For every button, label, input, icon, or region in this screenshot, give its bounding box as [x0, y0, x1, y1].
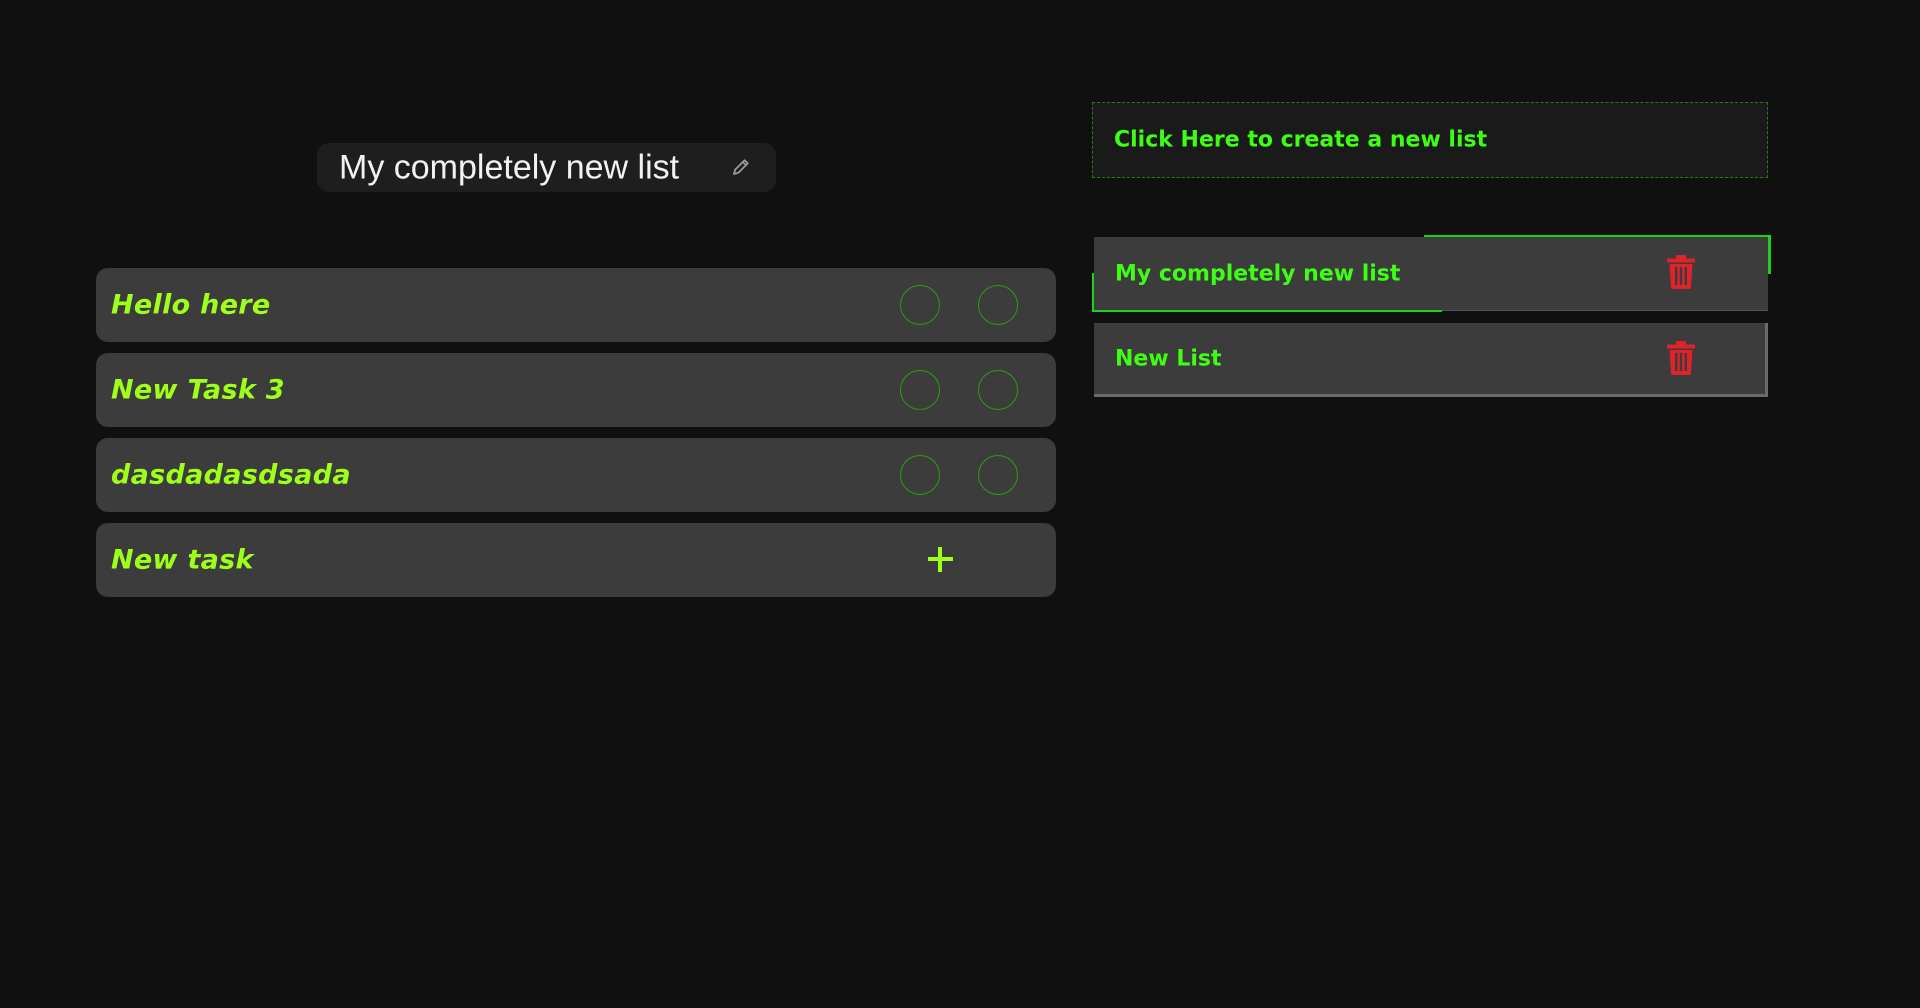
task-delete-button[interactable]	[978, 370, 1018, 410]
active-list-border	[1424, 235, 1770, 237]
trash-icon[interactable]	[1666, 341, 1696, 375]
app-page: My completely new list Hello here New Ta…	[0, 0, 1920, 1008]
task-complete-button[interactable]	[900, 285, 940, 325]
task-complete-button[interactable]	[900, 455, 940, 495]
task-label: New Task 3	[111, 374, 285, 406]
list-title-box[interactable]: My completely new list	[317, 143, 776, 192]
task-complete-button[interactable]	[900, 370, 940, 410]
task-label: dasdadasdsada	[111, 459, 351, 491]
list-card[interactable]: New List	[1094, 323, 1768, 397]
list-card-label: New List	[1115, 346, 1222, 371]
list-title: My completely new list	[339, 148, 680, 186]
create-list-label: Click Here to create a new list	[1114, 127, 1488, 153]
active-list-border	[1092, 310, 1442, 312]
create-list-button[interactable]: Click Here to create a new list	[1092, 102, 1768, 178]
pencil-icon[interactable]	[730, 156, 752, 178]
new-task-input[interactable]: New task	[111, 545, 254, 576]
active-list-border	[1768, 235, 1771, 274]
list-card-active[interactable]: My completely new list	[1094, 237, 1768, 311]
list-card-label: My completely new list	[1115, 261, 1401, 286]
trash-icon[interactable]	[1666, 255, 1696, 289]
task-row[interactable]: Hello here	[96, 268, 1056, 342]
task-row[interactable]: dasdadasdsada	[96, 438, 1056, 512]
task-label: Hello here	[111, 289, 271, 321]
task-row[interactable]: New Task 3	[96, 353, 1056, 427]
active-list-border	[1092, 273, 1094, 312]
plus-icon[interactable]	[925, 544, 955, 574]
task-delete-button[interactable]	[978, 285, 1018, 325]
task-delete-button[interactable]	[978, 455, 1018, 495]
new-task-row[interactable]: New task	[96, 523, 1056, 597]
